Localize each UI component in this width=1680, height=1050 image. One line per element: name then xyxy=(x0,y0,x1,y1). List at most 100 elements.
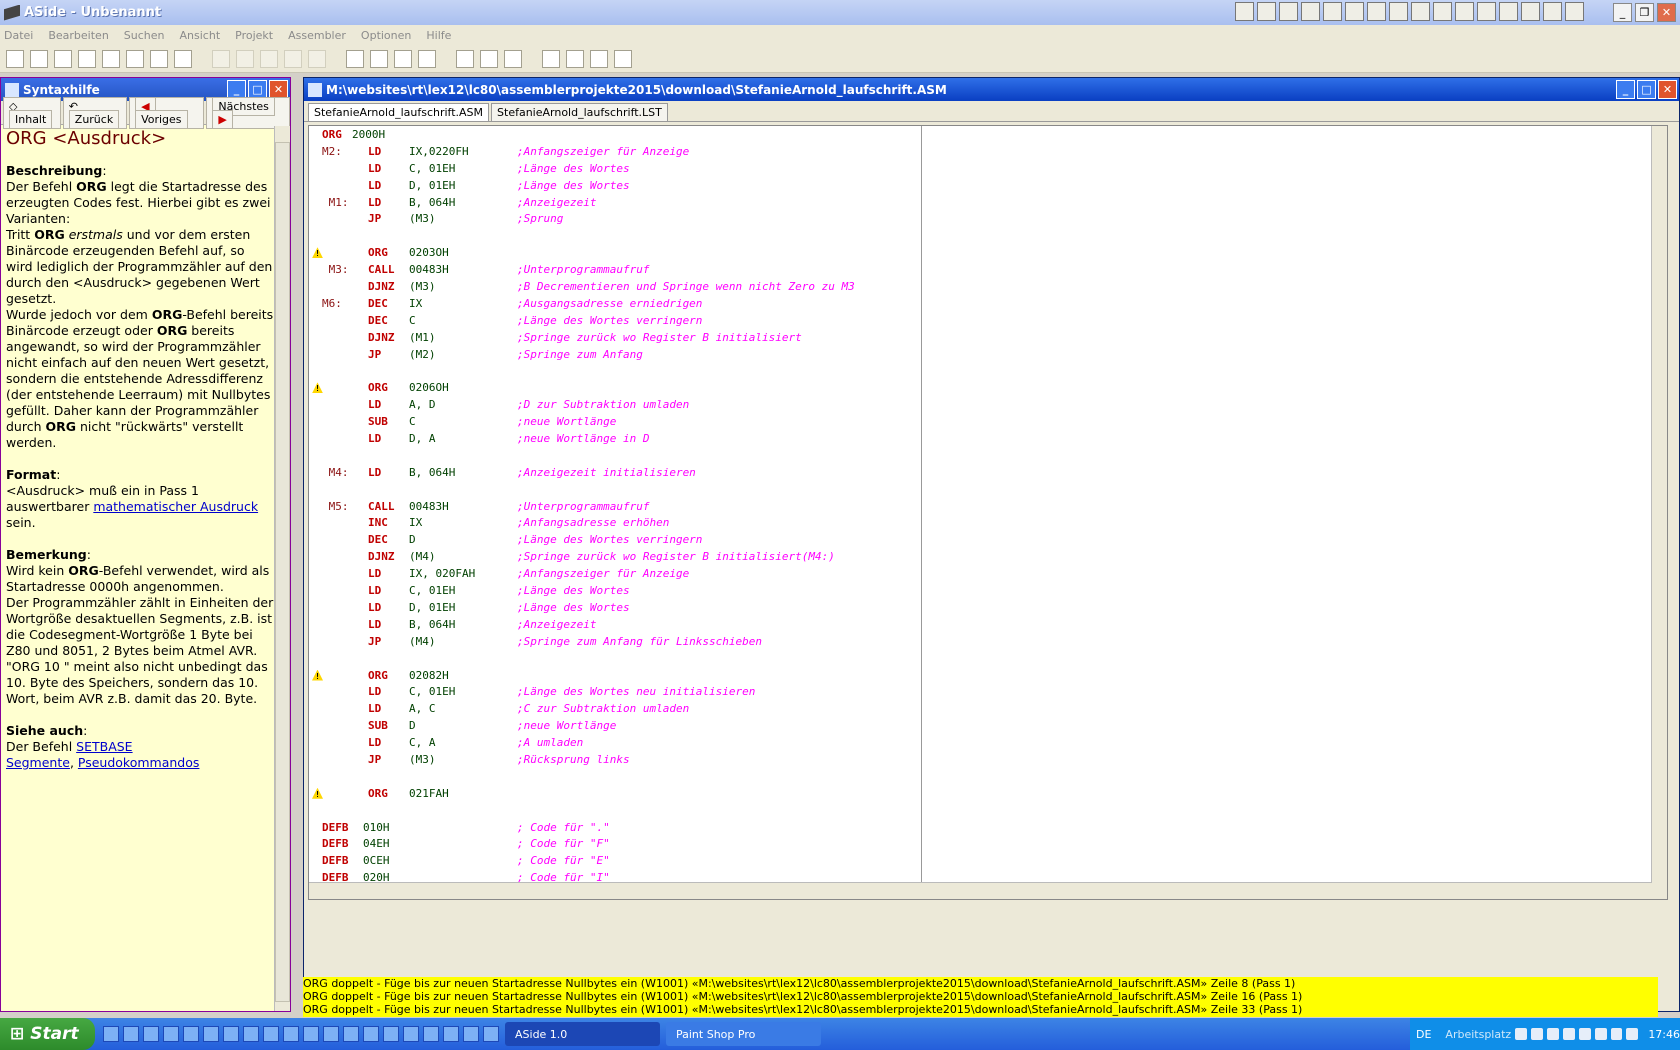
ql-icon[interactable] xyxy=(463,1026,479,1042)
find-next-icon[interactable] xyxy=(394,49,412,68)
tray-icon[interactable] xyxy=(1610,1028,1623,1040)
cut-icon[interactable] xyxy=(236,49,254,68)
close-button[interactable]: ✕ xyxy=(1657,3,1676,22)
tab-lst[interactable]: StefanieArnold_laufschrift.LST xyxy=(491,103,668,121)
find-icon[interactable] xyxy=(346,49,364,68)
ql-icon[interactable] xyxy=(183,1026,199,1042)
ql-icon[interactable] xyxy=(443,1026,459,1042)
ql-icon[interactable] xyxy=(403,1026,419,1042)
quick-icon[interactable] xyxy=(1521,2,1540,21)
undo-icon[interactable] xyxy=(212,49,230,68)
quick-icon[interactable] xyxy=(1323,2,1342,21)
quick-icon[interactable] xyxy=(1477,2,1496,21)
menu-hilfe[interactable]: Hilfe xyxy=(426,29,451,42)
ql-icon[interactable] xyxy=(223,1026,239,1042)
tray-icon[interactable] xyxy=(1626,1028,1639,1040)
save-all-icon[interactable] xyxy=(150,49,168,68)
menu-projekt[interactable]: Projekt xyxy=(235,29,273,42)
quick-icon[interactable] xyxy=(1455,2,1474,21)
restore-button[interactable]: ❐ xyxy=(1635,3,1654,22)
run-icon[interactable] xyxy=(480,49,498,68)
copy-icon[interactable] xyxy=(260,49,278,68)
warning-icon[interactable]: ! xyxy=(312,669,323,681)
language-indicator[interactable]: DE xyxy=(1416,1028,1431,1041)
tray-icon[interactable] xyxy=(1546,1028,1559,1040)
quick-icon[interactable] xyxy=(1433,2,1452,21)
save-icon[interactable] xyxy=(126,49,144,68)
ql-icon[interactable] xyxy=(303,1026,319,1042)
help-search-icon[interactable] xyxy=(590,49,608,68)
menu-bearbeiten[interactable]: Bearbeiten xyxy=(48,29,108,42)
ql-icon[interactable] xyxy=(203,1026,219,1042)
message-line[interactable]: ORG doppelt - Füge bis zur neuen Startad… xyxy=(303,990,1658,1003)
project-icon[interactable] xyxy=(456,49,474,68)
open-folder-icon[interactable] xyxy=(78,49,96,68)
menu-suchen[interactable]: Suchen xyxy=(124,29,165,42)
setbase-link[interactable]: SETBASE xyxy=(76,739,132,754)
task-paint-shop-pro[interactable]: Paint Shop Pro xyxy=(666,1022,821,1046)
tray-icon[interactable] xyxy=(1594,1028,1607,1040)
editor-vertical-scrollbar[interactable] xyxy=(1651,126,1667,899)
editor-close-button[interactable]: ✕ xyxy=(1658,80,1677,99)
menu-ansicht[interactable]: Ansicht xyxy=(180,29,221,42)
ql-icon[interactable] xyxy=(343,1026,359,1042)
ql-icon[interactable] xyxy=(103,1026,119,1042)
code-editor[interactable]: ORG 2000H M2: LD IX,0220FH ;Anfangszeiger für… xyxy=(308,125,1668,900)
math-expression-link[interactable]: mathematischer Ausdruck xyxy=(93,499,258,514)
menu-assembler[interactable]: Assembler xyxy=(288,29,346,42)
quick-icon[interactable] xyxy=(1499,2,1518,21)
goto-icon[interactable] xyxy=(418,49,436,68)
open-project-icon[interactable] xyxy=(54,49,72,68)
editor-horizontal-scrollbar[interactable] xyxy=(309,882,1652,899)
ql-icon[interactable] xyxy=(323,1026,339,1042)
tray-icon[interactable] xyxy=(1562,1028,1575,1040)
assemble-icon[interactable] xyxy=(504,49,522,68)
help-topic-icon[interactable] xyxy=(614,49,632,68)
help-next-button[interactable]: Nächstes ▶ xyxy=(206,96,290,129)
help-back-button[interactable]: ↶ Zurück xyxy=(62,96,128,129)
quick-icon[interactable] xyxy=(1565,2,1584,21)
quick-icon[interactable] xyxy=(1235,2,1254,21)
help-scrollbar[interactable] xyxy=(274,126,290,1011)
warning-icon[interactable]: ! xyxy=(312,787,323,799)
print-icon[interactable] xyxy=(174,49,192,68)
ql-icon[interactable] xyxy=(423,1026,439,1042)
open-recent-icon[interactable] xyxy=(102,49,120,68)
new-doc-icon[interactable] xyxy=(30,49,48,68)
ql-icon[interactable] xyxy=(163,1026,179,1042)
help-scrollbar-thumb[interactable] xyxy=(275,142,290,1002)
editor-maximize-button[interactable]: □ xyxy=(1637,80,1656,99)
ql-icon[interactable] xyxy=(363,1026,379,1042)
segmente-link[interactable]: Segmente xyxy=(6,755,70,770)
task-aside[interactable]: ASide 1.0 xyxy=(505,1022,660,1046)
quick-icon[interactable] xyxy=(1543,2,1562,21)
pseudokommandos-link[interactable]: Pseudokommandos xyxy=(78,755,200,770)
ql-icon[interactable] xyxy=(263,1026,279,1042)
help-index-icon[interactable] xyxy=(566,49,584,68)
quick-icon[interactable] xyxy=(1257,2,1276,21)
ql-icon[interactable] xyxy=(123,1026,139,1042)
quick-icon[interactable] xyxy=(1411,2,1430,21)
editor-minimize-button[interactable]: _ xyxy=(1616,80,1635,99)
warning-icon[interactable]: ! xyxy=(312,247,323,259)
edit-icon[interactable] xyxy=(308,49,326,68)
start-button[interactable]: ⊞ Start xyxy=(0,1018,95,1050)
tray-icon[interactable] xyxy=(1578,1028,1591,1040)
message-line[interactable]: ORG doppelt - Füge bis zur neuen Startad… xyxy=(303,977,1658,990)
minimize-button[interactable]: _ xyxy=(1613,3,1632,22)
menu-optionen[interactable]: Optionen xyxy=(361,29,411,42)
help-previous-button[interactable]: ◀ Voriges xyxy=(129,96,205,129)
help-book-icon[interactable] xyxy=(542,49,560,68)
quick-icon[interactable] xyxy=(1301,2,1320,21)
ql-icon[interactable] xyxy=(483,1026,499,1042)
tab-asm[interactable]: StefanieArnold_laufschrift.ASM xyxy=(308,103,490,121)
quick-icon[interactable] xyxy=(1389,2,1408,21)
paste-icon[interactable] xyxy=(284,49,302,68)
ql-icon[interactable] xyxy=(283,1026,299,1042)
message-line[interactable]: ORG doppelt - Füge bis zur neuen Startad… xyxy=(303,1003,1658,1016)
ql-icon[interactable] xyxy=(143,1026,159,1042)
tray-icon[interactable] xyxy=(1515,1028,1528,1040)
quick-icon[interactable] xyxy=(1367,2,1386,21)
quick-icon[interactable] xyxy=(1345,2,1364,21)
tray-icon[interactable] xyxy=(1531,1028,1543,1040)
